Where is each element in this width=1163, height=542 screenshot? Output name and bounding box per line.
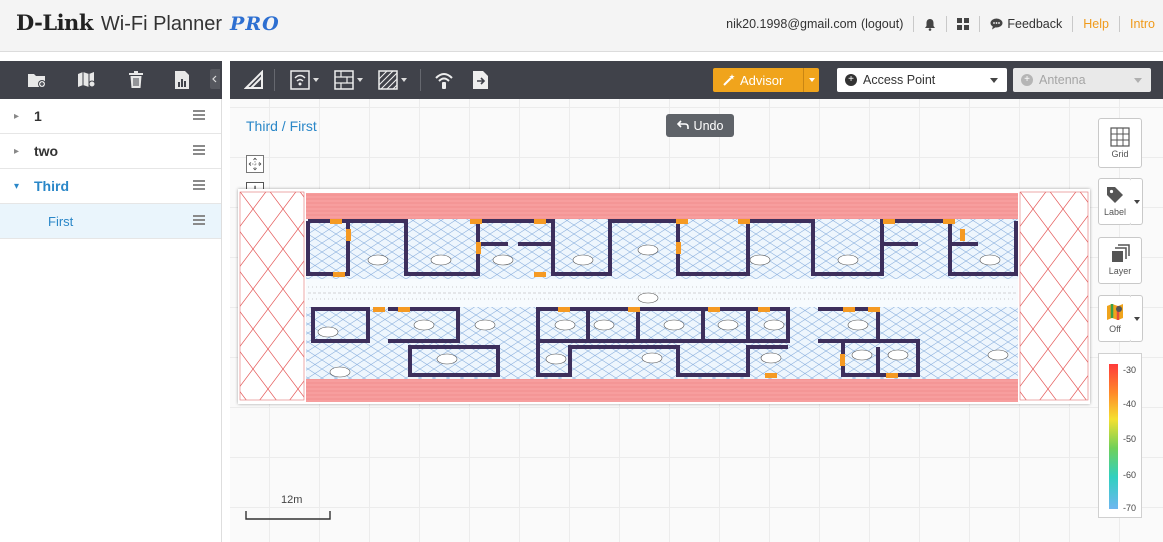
chevron-down-icon	[1133, 316, 1140, 321]
divider	[913, 16, 915, 32]
undo-arrow-icon	[676, 119, 689, 133]
legend-gradient	[1109, 364, 1118, 509]
brand-logo: D-Link	[16, 10, 93, 35]
floor-plan-image[interactable]	[238, 189, 1090, 404]
heatmap-state-label: Off	[1109, 324, 1121, 334]
plus-circle-icon: +	[1021, 74, 1033, 86]
grid-apps-icon[interactable]	[957, 18, 970, 30]
legend-tick: -60	[1123, 470, 1137, 480]
floor-label: Third	[34, 178, 69, 194]
antenna-select: + Antenna	[1013, 68, 1151, 92]
advisor-dropdown-toggle[interactable]	[803, 68, 819, 92]
editor-toolbar: Advisor + Access Point + Antenna	[230, 61, 1163, 99]
scale-label: 12m	[281, 494, 303, 506]
export-file-icon[interactable]	[472, 68, 490, 92]
device-type-value: Access Point	[863, 73, 936, 87]
floor-label: 1	[34, 108, 42, 124]
plus-circle-icon: +	[845, 74, 857, 86]
toolbar-divider	[420, 69, 421, 91]
building-element-dropdown-icon[interactable]	[334, 68, 363, 92]
advisor-button[interactable]: Advisor	[713, 68, 819, 92]
legend-tick: -30	[1123, 365, 1137, 375]
speech-bubble-icon	[990, 18, 1003, 30]
dropdown-caret-icon	[313, 78, 319, 82]
dropdown-caret-icon	[357, 78, 363, 82]
toolbar-divider	[274, 69, 275, 91]
label-options-dropdown[interactable]	[1131, 178, 1143, 225]
dropdown-caret-icon	[401, 78, 407, 82]
divider	[1118, 16, 1120, 32]
legend-tick: -50	[1123, 434, 1137, 444]
undo-button[interactable]: Undo	[666, 114, 734, 137]
divider	[946, 16, 948, 32]
logo: D-Link Wi-Fi Planner PRO	[16, 10, 280, 36]
scale-bar: 12m	[245, 494, 331, 520]
hatch-area-dropdown-icon[interactable]	[378, 68, 407, 92]
breadcrumb: Third / First	[246, 118, 317, 134]
magic-wand-icon	[722, 73, 736, 90]
app-name: Wi-Fi Planner	[100, 13, 223, 35]
report-icon[interactable]	[171, 69, 193, 91]
floor-item-1[interactable]: ▸ 1	[0, 99, 221, 134]
advisor-label: Advisor	[740, 72, 784, 88]
heatmap-toggle-button[interactable]: Off	[1098, 295, 1132, 342]
heatmap-map-icon	[1107, 304, 1123, 320]
floor-plan-canvas[interactable]: Third / First Undo + −	[230, 99, 1163, 542]
hamburger-menu-icon[interactable]	[193, 180, 205, 190]
layer-button[interactable]: Layer	[1098, 237, 1142, 284]
label-toggle-label: Label	[1103, 207, 1127, 217]
floor-item-two[interactable]: ▸ two	[0, 134, 221, 169]
legend-tick: -70	[1123, 503, 1137, 513]
caret-down-icon[interactable]: ▾	[14, 181, 24, 192]
edition-badge: PRO	[230, 13, 280, 35]
floor-list: ▸ 1 ▸ two ▾ Third First	[0, 99, 222, 542]
user-email: nik20.1998@gmail.com	[726, 17, 857, 31]
layers-icon	[1112, 244, 1130, 262]
legend-tick: -40	[1123, 399, 1137, 409]
chevron-down-icon	[990, 78, 998, 83]
floor-label: two	[34, 143, 59, 159]
logout-link[interactable]: (logout)	[861, 17, 903, 31]
trash-icon[interactable]	[125, 69, 147, 91]
chevron-down-icon	[1133, 199, 1140, 204]
divider	[979, 16, 981, 32]
caret-right-icon[interactable]: ▸	[14, 111, 24, 122]
device-type-select[interactable]: + Access Point	[837, 68, 1007, 92]
grid-label: Grid	[1111, 149, 1129, 159]
map-icon[interactable]	[76, 69, 98, 91]
hamburger-menu-icon[interactable]	[193, 110, 205, 120]
fit-to-screen-icon[interactable]	[246, 155, 264, 173]
intro-link[interactable]: Intro	[1130, 17, 1155, 31]
header-user-area: nik20.1998@gmail.com (logout) Feedback H…	[726, 16, 1155, 32]
bell-icon[interactable]	[924, 18, 936, 31]
label-toggle-button[interactable]: Label	[1098, 178, 1132, 225]
collapse-panel-handle[interactable]	[210, 69, 220, 89]
wifi-signal-dropdown-icon[interactable]	[290, 68, 319, 92]
tag-icon	[1107, 187, 1123, 203]
plan-label: First	[48, 213, 74, 229]
floor-toolbar	[0, 61, 222, 99]
divider	[1072, 16, 1074, 32]
signal-strength-legend: -30 -40 -50 -60 -70	[1098, 353, 1142, 518]
plan-item-first[interactable]: First	[0, 204, 221, 239]
grid-icon	[1110, 127, 1130, 147]
add-folder-icon[interactable]	[26, 69, 48, 91]
hamburger-menu-icon[interactable]	[193, 145, 205, 155]
heatmap-options-dropdown[interactable]	[1131, 295, 1143, 342]
layer-label: Layer	[1108, 266, 1132, 276]
help-link[interactable]: Help	[1083, 17, 1109, 31]
antenna-value: Antenna	[1039, 73, 1086, 87]
app-header: D-Link Wi-Fi Planner PRO nik20.1998@gmai…	[0, 0, 1163, 52]
grid-toggle-button[interactable]: Grid	[1098, 118, 1142, 168]
chevron-down-icon	[1134, 78, 1142, 83]
feedback-link[interactable]: Feedback	[1007, 17, 1062, 31]
caret-right-icon[interactable]: ▸	[14, 146, 24, 157]
hamburger-menu-icon[interactable]	[193, 215, 205, 225]
wall-tool-icon[interactable]	[244, 68, 264, 92]
wifi-device-icon[interactable]	[434, 68, 454, 92]
undo-label: Undo	[693, 118, 724, 133]
floor-item-third[interactable]: ▾ Third	[0, 169, 221, 204]
